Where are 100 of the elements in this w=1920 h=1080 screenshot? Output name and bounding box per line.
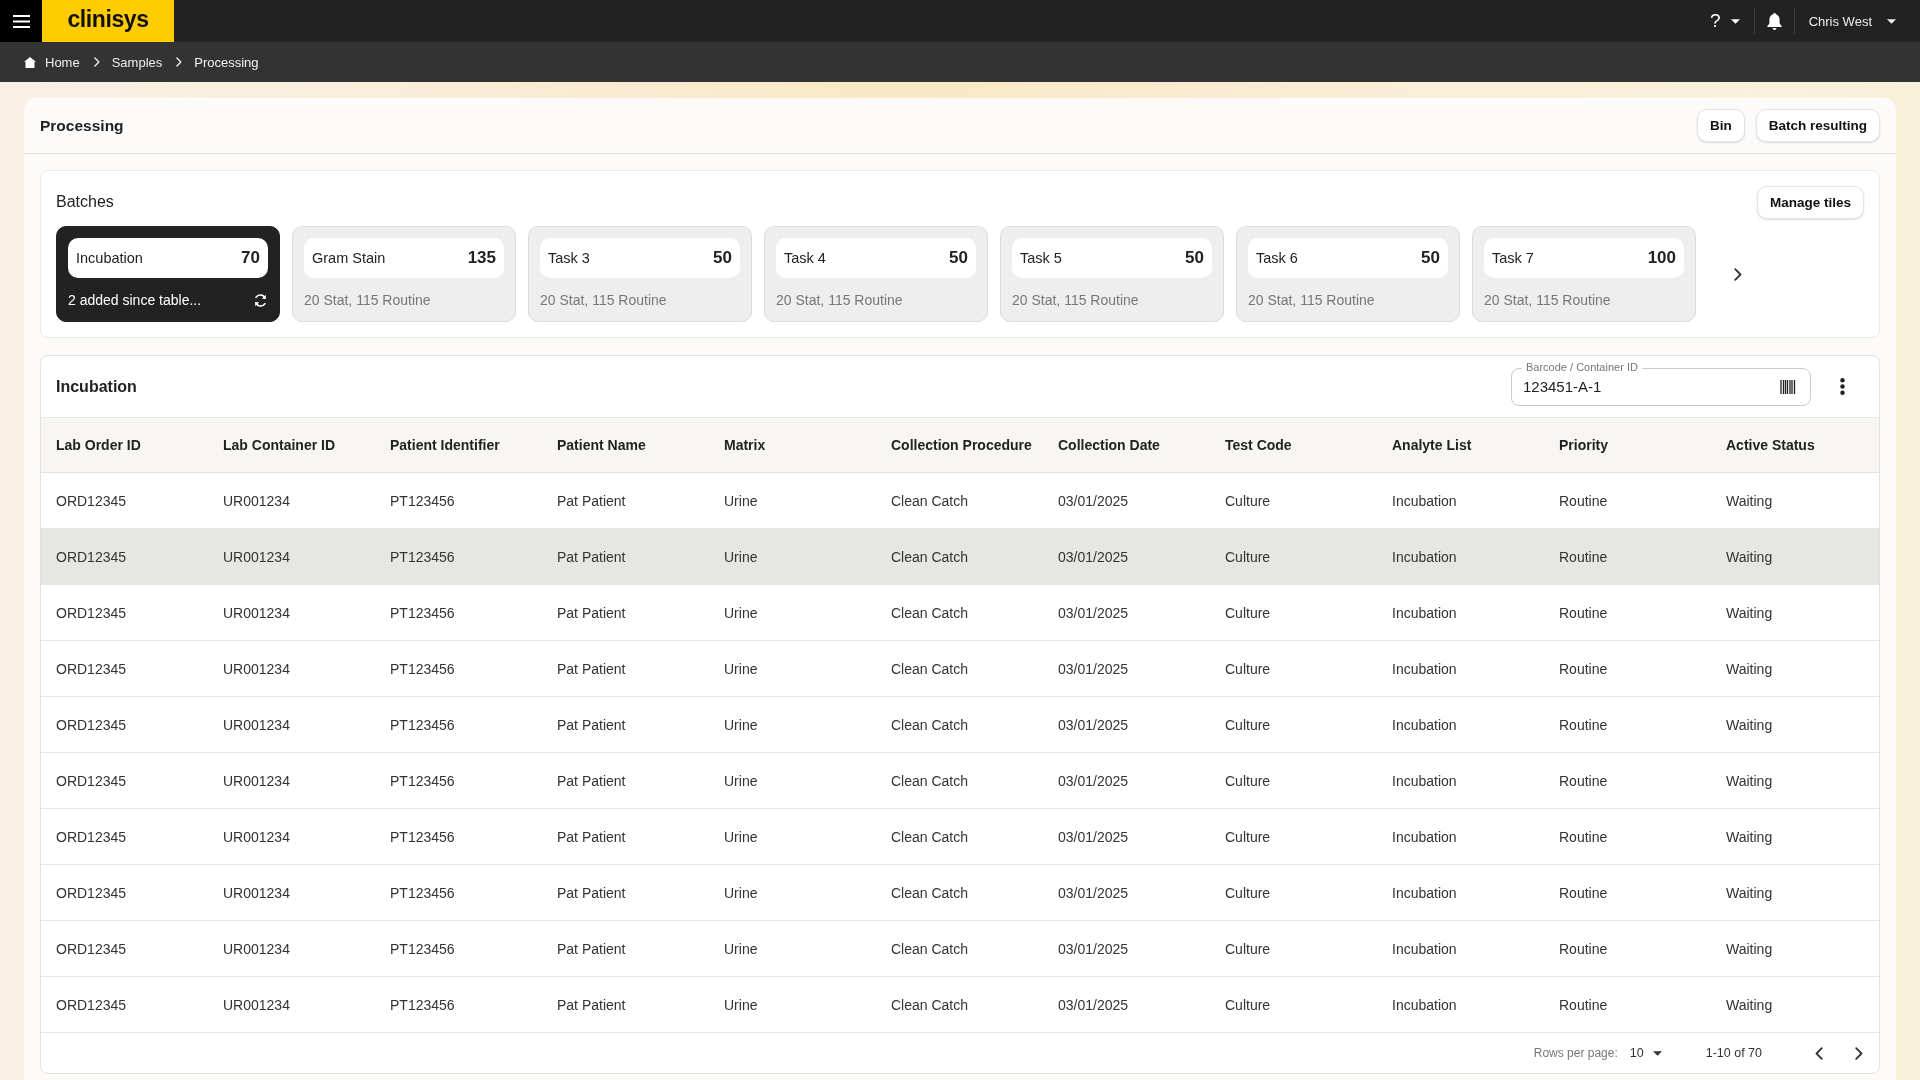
user-menu-button[interactable]: Chris West	[1794, 0, 1920, 42]
table-cell: Waiting	[1726, 548, 1773, 565]
batch-tile[interactable]: Task 7 100 20 Stat, 115 Routine	[1472, 226, 1696, 322]
tile-subtitle: 20 Stat, 115 Routine	[304, 292, 431, 308]
table-cell: Culture	[1225, 492, 1271, 509]
column-header[interactable]: Lab Order ID	[56, 437, 141, 453]
batch-tile[interactable]: Task 3 50 20 Stat, 115 Routine	[528, 226, 752, 322]
breadcrumb-link[interactable]: Home	[24, 54, 80, 70]
table-cell: Culture	[1225, 548, 1271, 565]
kebab-menu-icon[interactable]	[1840, 378, 1845, 395]
tile-count: 50	[1185, 248, 1204, 268]
column-header[interactable]: Patient Name	[557, 437, 646, 453]
table-cell: Urine	[724, 492, 758, 509]
table-cell: 03/01/2025	[1058, 548, 1129, 565]
chevron-left-icon[interactable]	[1815, 1046, 1823, 1060]
table-cell: Routine	[1559, 996, 1608, 1013]
section-title: Batches	[56, 193, 114, 211]
table-cell: Urine	[724, 940, 758, 957]
batch-tile[interactable]: Incubation 70 2 added since table...	[56, 226, 280, 322]
table-cell: Waiting	[1726, 492, 1773, 509]
batch-tile[interactable]: Gram Stain 135 20 Stat, 115 Routine	[292, 226, 516, 322]
table-cell: Clean Catch	[891, 996, 969, 1013]
table-cell: Urine	[724, 772, 758, 789]
table-cell: PT123456	[390, 828, 455, 845]
column-header[interactable]: Collection Date	[1058, 437, 1160, 453]
refresh-icon[interactable]	[254, 293, 267, 307]
table-cell: Routine	[1559, 492, 1608, 509]
chevron-right-icon[interactable]	[1734, 267, 1742, 281]
action-button[interactable]: Batch resulting	[1755, 109, 1880, 142]
table-cell: Urine	[724, 548, 758, 565]
table-cell: Waiting	[1726, 940, 1773, 957]
table-cell: Incubation	[1392, 884, 1457, 901]
action-button[interactable]: Bin	[1697, 109, 1745, 142]
column-header[interactable]: Collection Procedure	[891, 437, 1032, 453]
column-header[interactable]: Lab Container ID	[223, 437, 335, 453]
breadcrumb-current: Processing	[194, 54, 259, 70]
bell-icon[interactable]	[1766, 12, 1782, 30]
table-cell: Pat Patient	[557, 492, 626, 509]
caret-down-icon	[1730, 18, 1740, 24]
table-cell: Clean Catch	[891, 772, 969, 789]
batch-tile[interactable]: Task 4 50 20 Stat, 115 Routine	[764, 226, 988, 322]
barcode-icon[interactable]	[1780, 379, 1796, 394]
table-cell: PT123456	[390, 716, 455, 733]
breadcrumb-link[interactable]: Samples	[111, 54, 163, 70]
menu-button[interactable]	[0, 0, 42, 42]
column-header[interactable]: Patient Identifier	[390, 437, 500, 453]
table-cell: PT123456	[390, 492, 455, 509]
table-cell: 03/01/2025	[1058, 940, 1129, 957]
chevron-right-icon	[176, 57, 183, 67]
tile-subtitle: 20 Stat, 115 Routine	[776, 292, 903, 308]
table-cell: 03/01/2025	[1058, 716, 1129, 733]
table-cell: ORD12345	[56, 660, 127, 677]
caret-down-icon	[1652, 1050, 1662, 1056]
table-cell: UR001234	[223, 828, 290, 845]
table-cell: Routine	[1559, 884, 1608, 901]
column-header[interactable]: Matrix	[724, 437, 766, 453]
table-cell: Clean Catch	[891, 604, 969, 621]
logo[interactable]: clinisys	[42, 0, 174, 42]
table-cell: Pat Patient	[557, 940, 626, 957]
table-cell: PT123456	[390, 940, 455, 957]
table-cell: Waiting	[1726, 660, 1773, 677]
help-button[interactable]: ?	[1710, 0, 1754, 42]
column-header[interactable]: Test Code	[1225, 437, 1292, 453]
tile-count: 50	[949, 248, 968, 268]
manage-tiles-button[interactable]: Manage tiles	[1756, 185, 1864, 219]
batch-tile[interactable]: Task 6 50 20 Stat, 115 Routine	[1236, 226, 1460, 322]
table-cell: Waiting	[1726, 828, 1773, 845]
table-cell: PT123456	[390, 604, 455, 621]
tile-count: 50	[1421, 248, 1440, 268]
table-row[interactable]: ORD12345 UR001234 PT123456 Pat Patient Urine Clean Catch 03/01/2025 Culture Incubation Routine Waiting	[41, 529, 1879, 585]
table-cell: 03/01/2025	[1058, 604, 1129, 621]
table-cell: Culture	[1225, 772, 1271, 789]
table-cell: Pat Patient	[557, 828, 626, 845]
table-cell: Urine	[724, 660, 758, 677]
tile-label: Task 5	[1020, 250, 1062, 266]
table-cell: Waiting	[1726, 884, 1773, 901]
table-cell: PT123456	[390, 660, 455, 677]
tile-subtitle: 20 Stat, 115 Routine	[1012, 292, 1139, 308]
table-cell: PT123456	[390, 548, 455, 565]
column-header[interactable]: Active Status	[1726, 437, 1815, 453]
table-cell: ORD12345	[56, 548, 127, 565]
table-cell: 03/01/2025	[1058, 828, 1129, 845]
tile-subtitle: 20 Stat, 115 Routine	[1248, 292, 1375, 308]
tile-subtitle: 20 Stat, 115 Routine	[540, 292, 667, 308]
chevron-right-icon[interactable]	[1855, 1046, 1863, 1060]
column-header[interactable]: Priority	[1559, 437, 1608, 453]
table-cell: UR001234	[223, 716, 290, 733]
tile-subtitle: 2 added since table...	[68, 292, 202, 308]
table-cell: Clean Catch	[891, 828, 969, 845]
table-cell: PT123456	[390, 772, 455, 789]
table-cell: Urine	[724, 996, 758, 1013]
column-header[interactable]: Analyte List	[1392, 437, 1472, 453]
table-cell: Incubation	[1392, 492, 1457, 509]
table-cell: ORD12345	[56, 940, 127, 957]
table-cell: Incubation	[1392, 548, 1457, 565]
tile-count: 50	[713, 248, 732, 268]
table-cell: Incubation	[1392, 716, 1457, 733]
rows-per-page-select[interactable]: 10	[1629, 1046, 1662, 1060]
tile-label: Gram Stain	[312, 250, 386, 266]
batch-tile[interactable]: Task 5 50 20 Stat, 115 Routine	[1000, 226, 1224, 322]
